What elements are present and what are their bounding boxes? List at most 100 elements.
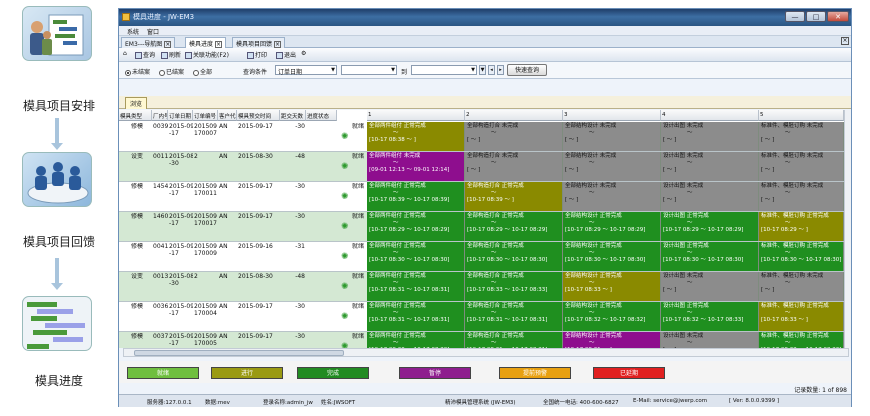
close-icon[interactable]: × [164, 41, 172, 48]
stage-cell[interactable]: 设计出图 正常完成～ [10-17 08:29 ～ 10-17 08:29] [661, 212, 759, 241]
refresh-button[interactable]: 刷新 [161, 50, 181, 59]
gantt-progress-icon[interactable] [22, 296, 92, 351]
print-button[interactable]: 打印 [247, 50, 267, 59]
stage-cell[interactable]: 设计出图 正常完成～ [10-17 08:32 ～ 10-17 08:33] [661, 302, 759, 331]
column-header[interactable]: 5 [759, 110, 844, 121]
exit-button[interactable]: 退出 [276, 50, 296, 59]
stage-cell[interactable]: 全部结构设计 未完成～ [ ～ ] [563, 152, 661, 181]
column-header[interactable]: 4 [661, 110, 759, 121]
column-header[interactable]: 模具类型 [119, 110, 152, 121]
stage-cell[interactable]: 设计出图 未完成～[ ～ ] [661, 272, 759, 301]
chevron-down-icon[interactable]: ▼ [479, 65, 486, 75]
stage-cell[interactable]: 全部两件组付 未完成～ [09-01 12:13 ～ 09-01 12:14] [367, 152, 465, 181]
close-icon[interactable]: × [274, 41, 282, 48]
stage-cell[interactable]: 全部结构设计 正常完成～ [10-17 08:29 ～ 10-17 08:29] [563, 212, 661, 241]
minimize-button[interactable]: — [785, 11, 805, 22]
stage-cell[interactable]: 全部构造打合 正常完成～[10-17 08:31 ～ 10-17 08:31] [465, 332, 563, 348]
title-bar[interactable]: 模具进度 - JW-EM3 — □ ✕ [119, 9, 851, 26]
close-button[interactable]: ✕ [827, 11, 849, 22]
table-row[interactable]: 设变 0013 2015-08 -30 2 AN 2015-08-30 -48 ✺ 就绪 全部两… [119, 272, 851, 302]
stage-cell[interactable]: 全部构造打合 未完成～ [ ～ ] [465, 152, 563, 181]
close-all-icon[interactable]: × [841, 37, 849, 45]
stage-cell[interactable]: 全部两件组付 正常完成～[10-17 08:30 ～ 10-17 08:30] [367, 242, 465, 271]
stage-cell[interactable]: 全部两件组付 正常完成～[10-17 08:30 ～ 10-17 08:30] [367, 332, 465, 348]
stage-cell[interactable]: 标准件、模胚订购 未完成～ [ ～ ] [759, 272, 844, 301]
stage-cell[interactable]: 全部结构设计 正常完成～[10-17 08:31 ～ ] [563, 332, 661, 348]
stage-cell[interactable]: 全部构造打合 正常完成～ [10-17 08:39 ～ ] [465, 182, 563, 211]
quick-query-button[interactable]: 快速查询 [507, 64, 547, 76]
stage-cell[interactable]: 全部结构设计 正常完成～ [10-17 08:32 ～ 10-17 08:32] [563, 302, 661, 331]
stage-cell[interactable]: 全部两件组付 正常完成～ [10-17 08:38 ～ ] [367, 122, 465, 151]
stage-cell[interactable]: 全部构造打合 正常完成～ [10-17 08:33 ～ 10-17 08:33] [465, 272, 563, 301]
stage-cell[interactable]: 全部结构设计 未完成～ [ ～ ] [563, 182, 661, 211]
radio-all[interactable]: 全部 [193, 67, 212, 76]
meeting-feedback-icon[interactable] [22, 152, 92, 207]
stage-cell[interactable]: 全部构造打合 正常完成～ [10-17 08:30 ～ 10-17 08:30] [465, 242, 563, 271]
settings-icon[interactable]: ⚙ [301, 50, 306, 57]
column-header[interactable]: 客户代号 [218, 110, 237, 121]
scroll-thumb[interactable] [134, 350, 344, 356]
table-row[interactable]: 修模 1454 2015-09 -17 201509 170011 AN 2015-09-… [119, 182, 851, 212]
stage-cell[interactable]: 全部构造打合 未完成～ [ ～ ] [465, 122, 563, 151]
horizontal-scrollbar[interactable] [123, 348, 849, 357]
stage-cell[interactable]: 标准件、模胚订购 正常完成～[10-17 08:33 ～ 10-17 08:33… [759, 332, 844, 348]
column-header[interactable]: 订单日期 [168, 110, 193, 121]
stage-cell[interactable]: 标准件、模胚订购 未完成～ [ ～ ] [759, 182, 844, 211]
table-row[interactable]: 修模 0039 2015-09 -17 201509 170007 AN 2015-09-… [119, 122, 851, 152]
to-date-select[interactable]: ▼ [411, 65, 477, 75]
stage-cell[interactable]: 设计出图 未完成～[ ～ ] [661, 182, 759, 211]
column-header[interactable]: 订单编号 [193, 110, 218, 121]
column-header[interactable]: 进度状态 [306, 110, 337, 121]
menu-window[interactable]: 窗口 [147, 27, 159, 36]
field-select[interactable]: 订单日期 ▼ [275, 65, 337, 76]
stage-cell[interactable]: 全部构造打合 正常完成～ [10-17 08:29 ～ 10-17 08:29] [465, 212, 563, 241]
close-icon[interactable]: × [215, 41, 223, 48]
stage-cell[interactable]: 全部两件组付 正常完成～ [10-17 08:31 ～ 10-17 08:31] [367, 302, 465, 331]
stage-cell[interactable]: 全部两件组付 正常完成～ [10-17 08:39 ～ 10-17 08:39] [367, 182, 465, 211]
schedule-people-icon[interactable] [22, 6, 92, 61]
from-date-select[interactable]: ▼ [341, 65, 397, 75]
table-row[interactable]: 修模 0041 2015-09 -17 201509 170009 AN 2015-09-… [119, 242, 851, 272]
stage-cell[interactable]: 标准件、模胚订购 正常完成～ [10-17 08:29 ～ ] [759, 212, 844, 241]
stage-cell[interactable]: 标准件、模胚订购 未完成～ [ ～ ] [759, 152, 844, 181]
maximize-button[interactable]: □ [806, 11, 826, 22]
stage-cell[interactable]: 全部结构设计 正常完成～ [10-17 08:30 ～ 10-17 08:30] [563, 242, 661, 271]
tab-mold-progress[interactable]: 模具进度 × [185, 37, 227, 48]
column-header[interactable]: 3 [563, 110, 661, 121]
stage-cell[interactable]: 全部结构设计 正常完成～ [10-17 08:33 ～ ] [563, 272, 661, 301]
tab-browse[interactable]: 浏览 [125, 97, 148, 109]
prev-icon[interactable]: ◂ [488, 65, 495, 75]
column-header[interactable]: 1 [367, 110, 465, 121]
sidebar-item-label[interactable]: 模具项目回馈 [0, 233, 118, 250]
table-row[interactable]: 修模 0037 2015-09 -17 201509 170005 AN 2015-09-… [119, 332, 851, 348]
column-header[interactable]: 2 [465, 110, 563, 121]
stage-cell[interactable]: 设计出图 未完成～[ ～ ] [661, 332, 759, 348]
tab-mold-feedback[interactable]: 模具项目回馈 × [232, 37, 286, 48]
table-row[interactable]: 设变 0011 2015-08 -30 2 AN 2015-08-30 -48 ✺ 就绪 全部两… [119, 152, 851, 182]
stage-cell[interactable]: 标准件、模胚订购 正常完成～ [10-17 08:33 ～ ] [759, 302, 844, 331]
tab-navigation[interactable]: EM3---导航图 × [121, 37, 176, 48]
query-button[interactable]: 查询 [135, 50, 155, 59]
stage-cell[interactable]: 标准件、模胚订购 未完成～ [ ～ ] [759, 122, 844, 151]
column-header[interactable]: 距交天数 [280, 110, 306, 121]
radio-complete[interactable]: 已结案 [159, 67, 184, 76]
column-header[interactable]: 厂内号 [152, 110, 168, 121]
stage-cell[interactable]: 设计出图 正常完成～ [10-17 08:30 ～ 10-17 08:30] [661, 242, 759, 271]
related-button[interactable]: 关联功能(F2) [185, 50, 229, 59]
home-icon[interactable]: ⌂ [123, 50, 127, 57]
column-header[interactable]: 模具预交时间 [237, 110, 280, 121]
table-row[interactable]: 修模 0036 2015-09 -17 201509 170004 AN 2015-09-… [119, 302, 851, 332]
stage-cell[interactable]: 全部两件组付 正常完成～ [10-17 08:29 ～ 10-17 08:29] [367, 212, 465, 241]
sidebar-item-label[interactable]: 模具进度 [0, 372, 118, 389]
table-row[interactable]: 修模 1460 2015-09 -17 201509 170017 AN 2015-09-… [119, 212, 851, 242]
radio-incomplete[interactable]: 未结案 [125, 67, 150, 76]
stage-cell[interactable]: 全部结构设计 未完成～ [ ～ ] [563, 122, 661, 151]
stage-cell[interactable]: 设计出图 未完成～[ ～ ] [661, 152, 759, 181]
next-icon[interactable]: ▸ [497, 65, 504, 75]
stage-cell[interactable]: 设计出图 未完成～[ ～ ] [661, 122, 759, 151]
stage-cell[interactable]: 全部构造打合 正常完成～[10-17 08:31 ～ 10-17 08:31] [465, 302, 563, 331]
vertical-scrollbar[interactable] [844, 110, 851, 348]
menu-system[interactable]: 系统 [127, 27, 139, 36]
sidebar-item-label[interactable]: 模具项目安排 [0, 97, 118, 114]
stage-cell[interactable]: 全部两件组付 正常完成～ [10-17 08:31 ～ 10-17 08:31] [367, 272, 465, 301]
